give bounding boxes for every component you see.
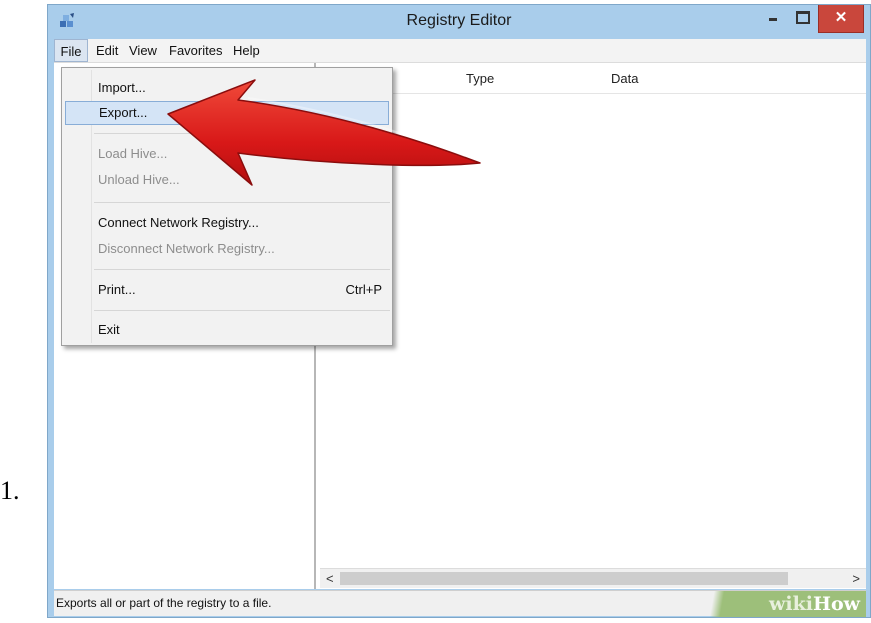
column-header: Type Data <box>320 63 866 94</box>
close-button[interactable]: ✕ <box>818 5 864 33</box>
horizontal-scrollbar[interactable]: < > <box>320 568 866 588</box>
step-number: 1. <box>0 476 20 505</box>
minimize-button[interactable] <box>760 5 786 33</box>
menu-item-shortcut: Ctrl+P <box>345 282 382 297</box>
scroll-right-arrow[interactable]: > <box>852 571 860 586</box>
menu-bar: File Edit View Favorites Help <box>54 39 866 63</box>
menu-separator <box>94 133 390 134</box>
menu-edit[interactable]: Edit <box>96 39 118 62</box>
menu-item-import[interactable]: Import... <box>62 76 392 100</box>
status-bar: Exports all or part of the registry to a… <box>54 590 866 617</box>
wikihow-watermark: wikiHow <box>696 591 866 617</box>
watermark-wiki: wiki <box>769 593 814 615</box>
menu-item-export[interactable]: Export... <box>65 101 389 125</box>
column-type[interactable]: Type <box>466 71 494 86</box>
watermark-how: How <box>813 593 860 615</box>
file-menu-dropdown: Import... Export... Load Hive... Unload … <box>61 67 393 346</box>
menu-view[interactable]: View <box>129 39 157 62</box>
maximize-button[interactable] <box>789 5 815 33</box>
menu-favorites[interactable]: Favorites <box>169 39 222 62</box>
status-text: Exports all or part of the registry to a… <box>56 596 272 610</box>
column-data[interactable]: Data <box>611 71 638 86</box>
menu-item-print[interactable]: Print... Ctrl+P <box>62 278 392 302</box>
menu-separator <box>94 310 390 311</box>
values-list-pane[interactable]: Type Data < > <box>320 63 866 589</box>
menu-item-label: Import... <box>98 80 146 95</box>
menu-item-exit[interactable]: Exit <box>62 318 392 342</box>
menu-item-unload-hive: Unload Hive... <box>62 168 392 192</box>
title-bar[interactable]: Registry Editor ✕ <box>48 5 870 39</box>
menu-item-disconnect-network-registry: Disconnect Network Registry... <box>62 237 392 261</box>
scroll-left-arrow[interactable]: < <box>326 571 334 586</box>
menu-item-connect-network-registry[interactable]: Connect Network Registry... <box>62 211 392 235</box>
menu-separator <box>94 202 390 203</box>
menu-separator <box>94 269 390 270</box>
menu-item-label: Export... <box>99 105 148 120</box>
menu-item-label: Disconnect Network Registry... <box>98 241 275 256</box>
menu-item-label: Connect Network Registry... <box>98 215 259 230</box>
menu-help[interactable]: Help <box>233 39 260 62</box>
close-icon: ✕ <box>834 9 848 26</box>
menu-file[interactable]: File <box>54 39 88 62</box>
menu-item-load-hive: Load Hive... <box>62 142 392 166</box>
menu-item-label: Print... <box>98 282 136 297</box>
window-title: Registry Editor <box>406 12 512 29</box>
menu-item-label: Unload Hive... <box>98 172 180 187</box>
scroll-thumb[interactable] <box>340 572 788 585</box>
menu-item-label: Load Hive... <box>98 146 168 161</box>
menu-item-label: Exit <box>98 322 120 337</box>
